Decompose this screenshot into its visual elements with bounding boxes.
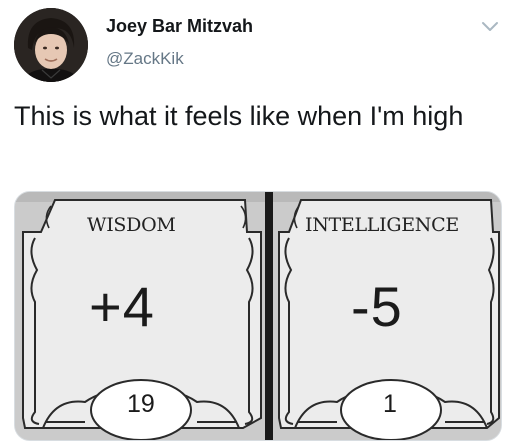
author-avatar[interactable] [14, 8, 88, 82]
wisdom-label: WISDOM [87, 214, 176, 236]
author-name[interactable]: Joey Bar Mitzvah [106, 16, 253, 37]
tweet-text: This is what it feels like when I'm high [14, 101, 464, 131]
author-handle[interactable]: @ZackKik [106, 49, 184, 69]
avatar-photo-icon [14, 8, 88, 82]
chevron-down-icon[interactable] [480, 20, 500, 34]
intelligence-modifier: -5 [351, 275, 403, 338]
wisdom-score: 19 [127, 390, 155, 418]
intelligence-score: 1 [383, 390, 397, 418]
wisdom-modifier: +4 [89, 275, 155, 338]
intelligence-label: INTELLIGENCE [305, 214, 459, 236]
tweet-image[interactable]: WISDOM +4 19 INTELLIGENCE -5 1 [14, 191, 502, 441]
